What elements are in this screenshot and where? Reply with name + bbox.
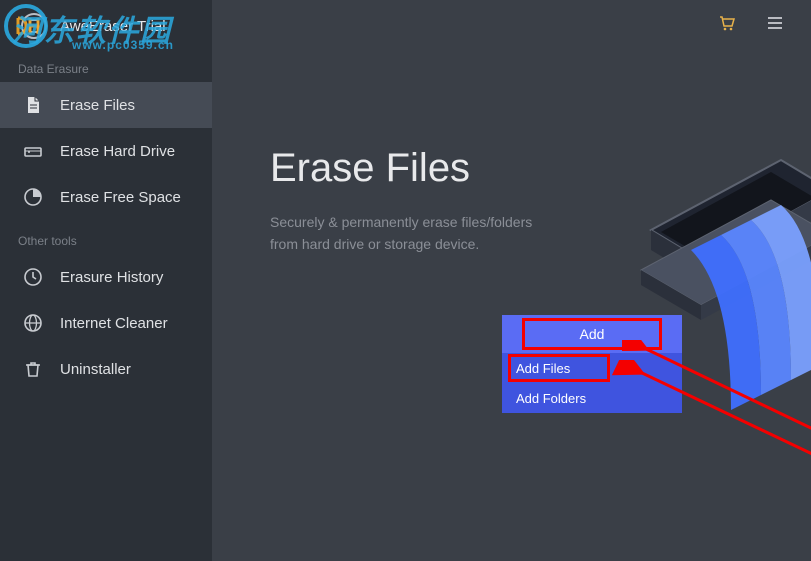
content: Erase Files Securely & permanently erase…: [212, 46, 811, 256]
sidebar-item-label: Uninstaller: [60, 361, 131, 378]
sidebar-item-erase-files[interactable]: Erase Files: [0, 82, 212, 128]
sidebar-item-erase-hard-drive[interactable]: Erase Hard Drive: [0, 128, 212, 174]
section-data-erasure: Data Erasure: [0, 48, 212, 82]
add-menu: Add Add Files Add Folders: [502, 315, 682, 413]
add-files-item[interactable]: Add Files: [502, 353, 682, 383]
trash-icon: [22, 358, 44, 380]
annotation-highlight-icon: [522, 318, 662, 350]
app-title: AweEraser Trial: [60, 18, 166, 35]
pie-icon: [22, 186, 44, 208]
brand: AweEraser Trial: [0, 0, 212, 48]
sidebar-item-uninstaller[interactable]: Uninstaller: [0, 346, 212, 392]
add-dropdown: Add Files Add Folders: [502, 353, 682, 413]
menu-button[interactable]: [765, 13, 785, 33]
file-icon: [22, 94, 44, 116]
page-subtitle-line1: Securely & permanently erase files/folde…: [270, 211, 811, 233]
sidebar-item-erasure-history[interactable]: Erasure History: [0, 254, 212, 300]
add-button[interactable]: Add: [502, 315, 682, 353]
annotation-highlight-icon: [508, 354, 610, 382]
sidebar-item-label: Erasure History: [60, 269, 163, 286]
sidebar-item-label: Internet Cleaner: [60, 315, 168, 332]
sidebar: AweEraser Trial Data Erasure Erase Files…: [0, 0, 212, 561]
sidebar-item-erase-free-space[interactable]: Erase Free Space: [0, 174, 212, 220]
globe-icon: [22, 312, 44, 334]
sidebar-item-internet-cleaner[interactable]: Internet Cleaner: [0, 300, 212, 346]
sidebar-item-label: Erase Files: [60, 97, 135, 114]
app-logo-icon: [18, 10, 50, 42]
page-subtitle-line2: from hard drive or storage device.: [270, 233, 811, 255]
dropdown-item-label: Add Folders: [516, 391, 586, 406]
topbar: [212, 0, 811, 46]
sidebar-item-label: Erase Hard Drive: [60, 143, 175, 160]
add-folders-item[interactable]: Add Folders: [502, 383, 682, 413]
sidebar-item-label: Erase Free Space: [60, 189, 181, 206]
clock-icon: [22, 266, 44, 288]
page-title: Erase Files: [270, 146, 811, 191]
section-other-tools: Other tools: [0, 220, 212, 254]
main-panel: Erase Files Securely & permanently erase…: [212, 0, 811, 561]
drive-icon: [22, 140, 44, 162]
cart-button[interactable]: [717, 13, 737, 33]
